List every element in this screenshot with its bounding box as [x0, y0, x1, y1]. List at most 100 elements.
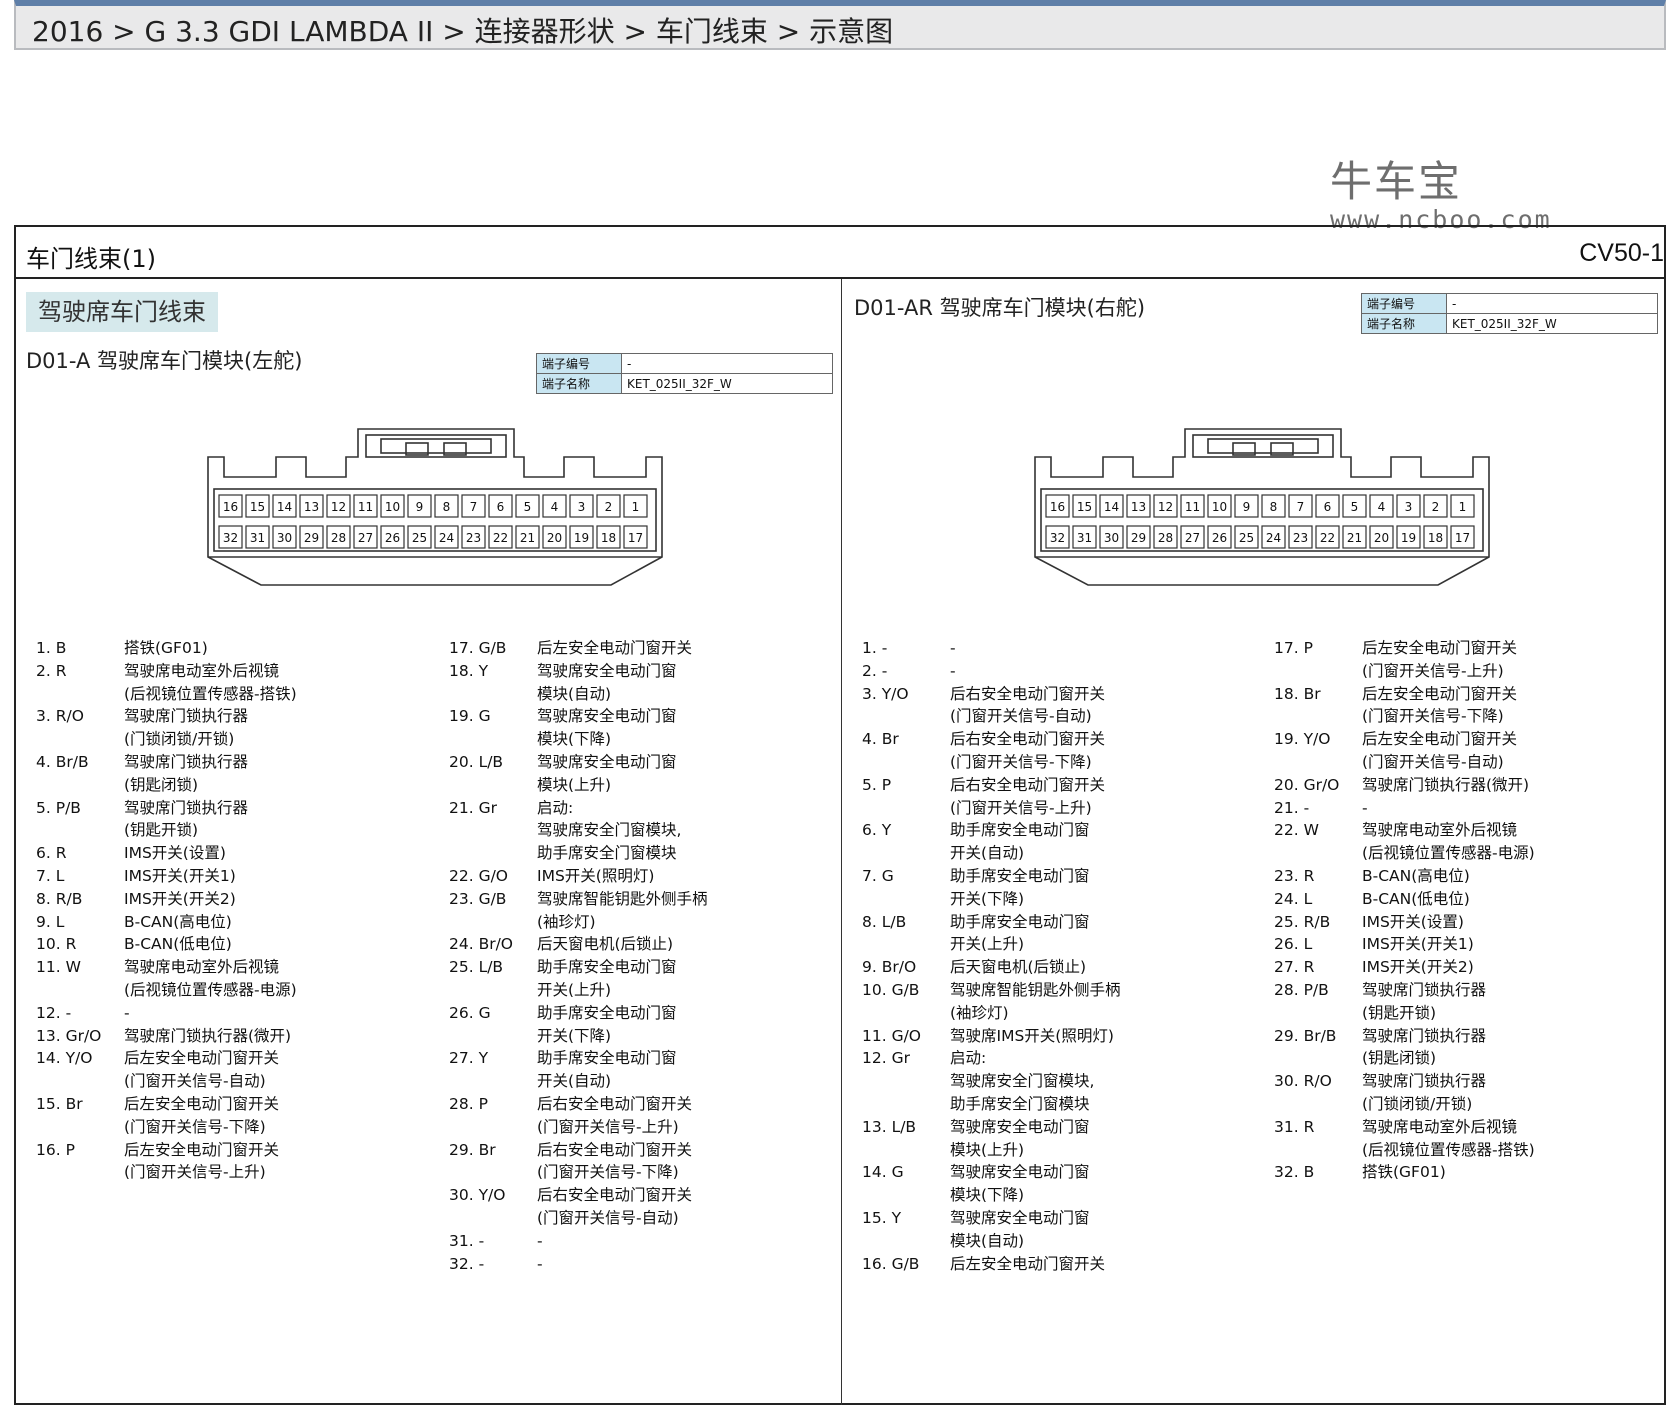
pin-number: 3: [1405, 500, 1413, 514]
pin-number: 5: [524, 500, 532, 514]
pin-description: B-CAN(高电位): [124, 912, 232, 931]
diagram-frame: 车门线束(1) CV50-1 驾驶席车门线束 D01-A 驾驶席车门模块(左舵)…: [14, 225, 1666, 1405]
pin-description: IMS开关(开关2): [124, 889, 236, 908]
pin-entry: 14. Y/O 后左安全电动门窗开关 (门窗开关信号-自动): [36, 1047, 436, 1093]
pin-id: 5. P: [862, 775, 892, 794]
pin-entry: 30. Y/O 后右安全电动门窗开关 (门窗开关信号-自动): [449, 1184, 834, 1230]
pin-id: 16. P: [36, 1140, 75, 1159]
pin-description: 后右安全电动门窗开关 (门窗开关信号-自动): [537, 1186, 693, 1227]
pin-id: 17. G/B: [449, 639, 507, 657]
pin-id: 11. G/O: [862, 1026, 922, 1045]
pin-entry: 12. - -: [36, 1002, 436, 1025]
pin-description: 驾驶席电动室外后视镜 (后视镜位置传感器-搭铁): [124, 661, 297, 703]
pin-description: 后左安全电动门窗开关 (门窗开关信号-自动): [124, 1049, 280, 1091]
pin-number: 16: [223, 500, 238, 514]
pin-description: 助手席安全电动门窗 开关(自动): [537, 1049, 677, 1091]
pin-entry: 2. - -: [862, 660, 1262, 683]
pin-entry: 19. G 驾驶席安全电动门窗 模块(下降): [449, 705, 834, 751]
terminal-name-label: 端子名称: [536, 373, 622, 394]
terminal-no-value: -: [621, 353, 833, 374]
pin-number: 26: [1212, 531, 1227, 545]
pin-id: 26. L: [1274, 935, 1313, 954]
pin-id: 20. Gr/O: [1274, 775, 1340, 794]
pin-description: 助手席安全电动门窗 开关(上升): [537, 958, 677, 999]
pin-number: 7: [470, 500, 478, 514]
pin-number: 21: [1347, 531, 1362, 545]
pin-id: 15. Y: [862, 1208, 902, 1227]
pin-entry: 27. Y 助手席安全电动门窗 开关(自动): [449, 1047, 834, 1093]
pin-description: 驾驶席门锁执行器 (钥匙开锁): [1362, 980, 1487, 1022]
pin-entry: 22. W 驾驶席电动室外后视镜 (后视镜位置传感器-电源): [1274, 819, 1664, 865]
latch-inner: [1207, 438, 1319, 454]
pin-number: 4: [551, 500, 559, 514]
pin-id: 16. G/B: [862, 1254, 920, 1273]
frame-header: 车门线束(1) CV50-1: [16, 227, 1664, 279]
pin-entry: 24. Br/O 后天窗电机(后锁止): [449, 933, 834, 956]
pin-description: 助手席安全电动门窗 开关(上升): [950, 912, 1090, 954]
pin-description: 后左安全电动门窗开关 (门窗开关信号-下降): [124, 1094, 280, 1136]
pin-description: 驾驶席门锁执行器(微开): [124, 1026, 292, 1045]
pin-description: 助手席安全电动门窗 开关(下降): [537, 1003, 677, 1045]
pin-entry: 4. Br/B 驾驶席门锁执行器 (钥匙闭锁): [36, 751, 436, 797]
pin-description: 驾驶席电动室外后视镜 (后视镜位置传感器-电源): [1362, 821, 1535, 863]
pin-entry: 20. Gr/O 驾驶席门锁执行器(微开): [1274, 774, 1664, 797]
pin-description: 驾驶席安全电动门窗 模块(下降): [537, 707, 677, 749]
pin-description: -: [537, 1254, 543, 1273]
pin-entry: 21. - -: [1274, 797, 1664, 820]
pin-description: 后右安全电动门窗开关 (门窗开关信号-上升): [537, 1094, 693, 1136]
latch-inner: [380, 438, 492, 454]
pin-number: 1: [632, 500, 640, 514]
pin-entry: 3. R/O 驾驶席门锁执行器 (门锁闭锁/开锁): [36, 705, 436, 751]
pin-id: 10. R: [36, 935, 77, 954]
pin-entry: 7. G 助手席安全电动门窗 开关(下降): [862, 865, 1262, 911]
pin-number: 17: [1455, 531, 1470, 545]
pin-number: 4: [1378, 500, 1386, 514]
pin-entry: 25. R/B IMS开关(设置): [1274, 911, 1664, 934]
pin-number: 30: [277, 531, 292, 545]
pin-id: 21. -: [1274, 798, 1310, 817]
pin-id: 18. Br: [1274, 684, 1321, 703]
pin-id: 7. L: [36, 866, 65, 885]
pin-id: 30. R/O: [1274, 1072, 1332, 1091]
pin-id: 22. W: [1274, 821, 1319, 840]
page-title: 车门线束(1): [26, 245, 156, 273]
pin-number: 12: [1158, 500, 1173, 514]
pin-id: 31. -: [449, 1231, 485, 1250]
pin-description: 后右安全电动门窗开关 (门窗开关信号-下降): [537, 1140, 693, 1182]
left-connector-diagram: 16 15 14 13 12 11 10 9 8 7 6 5 4 3 2 132 31 30 29 28 27 26 25 2…: [207, 428, 663, 586]
pin-entry: 6. R IMS开关(设置): [36, 842, 436, 865]
pin-description: 驾驶席门锁执行器 (钥匙闭锁): [1362, 1026, 1487, 1068]
pin-description: 驾驶席安全电动门窗 模块(自动): [537, 661, 677, 703]
pin-number: 24: [439, 531, 454, 545]
pin-number: 5: [1351, 500, 1359, 514]
pin-id: 5. P/B: [36, 798, 81, 817]
pin-description: 驾驶席电动室外后视镜 (后视镜位置传感器-电源): [124, 958, 297, 999]
pin-id: 32. -: [449, 1254, 485, 1273]
pin-entry: 15. Y 驾驶席安全电动门窗 模块(自动): [862, 1207, 1262, 1253]
pin-description: 搭铁(GF01): [1362, 1163, 1446, 1182]
pin-id: 14. G: [862, 1163, 904, 1182]
terminal-no-label: 端子编号: [1361, 293, 1447, 314]
pin-number: 25: [412, 531, 427, 545]
pin-entry: 16. G/B 后左安全电动门窗开关: [862, 1253, 1262, 1276]
pin-entry: 13. Gr/O 驾驶席门锁执行器(微开): [36, 1025, 436, 1048]
pin-id: 3. Y/O: [862, 684, 909, 703]
breadcrumb[interactable]: 2016 > G 3.3 GDI LAMBDA II > 连接器形状 > 车门线…: [32, 10, 893, 50]
pin-description: 后左安全电动门窗开关 (门窗开关信号-自动): [1362, 730, 1518, 771]
pin-description: 后右安全电动门窗开关 (门窗开关信号-自动): [950, 684, 1106, 726]
pin-entry: 18. Y 驾驶席安全电动门窗 模块(自动): [449, 660, 834, 706]
pin-description: 后天窗电机(后锁止): [537, 935, 674, 954]
pin-entry: 24. L B-CAN(低电位): [1274, 888, 1664, 911]
pin-id: 1. B: [36, 639, 67, 657]
pin-description: B-CAN(高电位): [1362, 866, 1470, 885]
pin-id: 32. B: [1274, 1163, 1315, 1182]
left-pin-list-2: 17. G/B 后左安全电动门窗开关 18. Y 驾驶席安全电动门窗 模块(自动) 19…: [449, 637, 834, 1275]
page-code: CV50-1: [1579, 239, 1664, 267]
pin-entry: 21. Gr 启动: 驾驶席安全门窗模块, 助手席安全门窗模块: [449, 797, 834, 865]
pin-id: 23. R: [1274, 866, 1315, 885]
pin-number: 8: [1270, 500, 1278, 514]
right-connector-diagram: 16 15 14 13 12 11 10 9 8 7 6 5 4 3 2 132 31 30 29 28 27 26 25 2…: [1034, 428, 1490, 586]
pin-number: 12: [331, 500, 346, 514]
left-terminal-table: 端子编号 - 端子名称 KET_025II_32F_W: [536, 353, 833, 394]
pin-number: 16: [1050, 500, 1065, 514]
